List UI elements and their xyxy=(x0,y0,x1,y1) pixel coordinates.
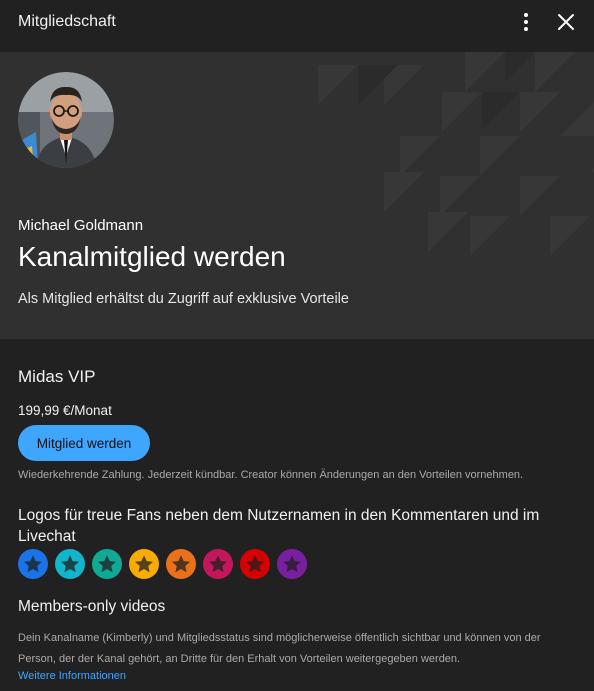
close-icon xyxy=(558,14,574,30)
loyalty-badge-4 xyxy=(129,549,159,579)
loyalty-badge-8 xyxy=(277,549,307,579)
creator-avatar[interactable] xyxy=(18,72,114,168)
star-icon xyxy=(209,555,227,573)
star-icon xyxy=(172,555,190,573)
loyalty-badge-5 xyxy=(166,549,196,579)
membership-hero: Michael Goldmann Kanalmitglied werden Al… xyxy=(0,52,594,339)
star-icon xyxy=(24,555,42,573)
loyalty-badge-7 xyxy=(240,549,270,579)
loyalty-badge-2 xyxy=(55,549,85,579)
tier-name: Midas VIP xyxy=(18,367,96,386)
star-icon xyxy=(246,555,264,573)
star-icon xyxy=(283,555,301,573)
join-subheading: Als Mitglied erhältst du Zugriff auf exk… xyxy=(18,291,349,307)
star-icon xyxy=(135,555,153,573)
join-heading: Kanalmitglied werden xyxy=(18,241,286,272)
dialog-title: Mitgliedschaft xyxy=(18,13,116,30)
loyalty-badge-3 xyxy=(92,549,122,579)
vertical-dots-icon xyxy=(524,13,528,31)
perk-members-videos: Members-only videos xyxy=(18,598,166,615)
creator-avatar-image xyxy=(18,72,114,168)
close-button[interactable] xyxy=(554,10,578,34)
more-options-button[interactable] xyxy=(514,10,538,34)
tier-price: 199,99 €/Monat xyxy=(18,403,112,418)
loyalty-badges xyxy=(18,549,307,579)
star-icon xyxy=(61,555,79,573)
loyalty-badge-1 xyxy=(18,549,48,579)
privacy-notice: Dein Kanalname (Kimberly) und Mitgliedss… xyxy=(18,632,541,665)
star-icon xyxy=(98,555,116,573)
join-button[interactable]: Mitglied werden xyxy=(18,425,150,461)
creator-name: Michael Goldmann xyxy=(18,217,144,234)
dialog-header: Mitgliedschaft xyxy=(0,0,594,52)
perk-badges-heading: Logos für treue Fans neben dem Nutzernam… xyxy=(18,507,540,545)
membership-dialog: Mitgliedschaft Michael Goldmann Kanalmit… xyxy=(0,0,594,691)
loyalty-badge-6 xyxy=(203,549,233,579)
payment-disclaimer: Wiederkehrende Zahlung. Jederzeit kündba… xyxy=(18,469,524,481)
more-info-link[interactable]: Weitere Informationen xyxy=(18,670,126,682)
